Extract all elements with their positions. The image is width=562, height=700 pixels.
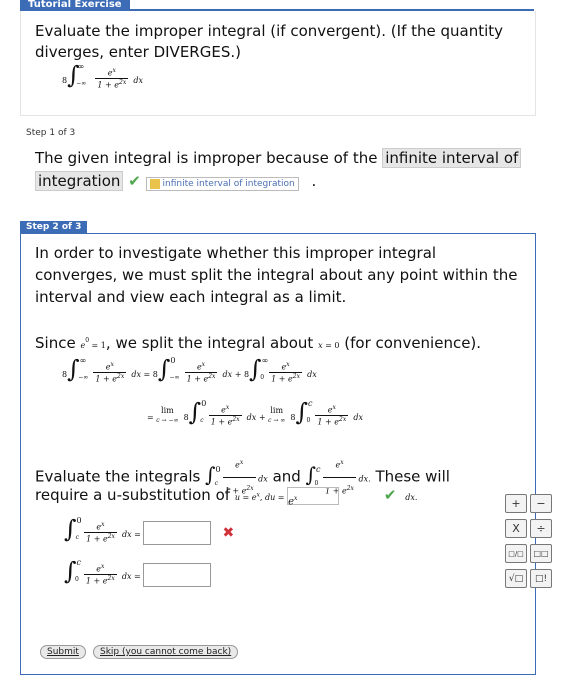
- incorrect-x-icon: ✖: [222, 525, 235, 541]
- key-icon: [149, 178, 160, 189]
- u-sub-line: require a u-substitution of u = ex, du =…: [35, 486, 418, 507]
- and-text: and: [272, 467, 301, 486]
- checkmark-icon: ✔: [128, 172, 141, 190]
- since-prefix: Since: [35, 334, 76, 352]
- question-text: Evaluate the improper integral (if conve…: [35, 22, 504, 61]
- plus-key[interactable]: +: [505, 494, 527, 513]
- step1-sentence: The given integral is improper because o…: [35, 149, 378, 167]
- skip-button[interactable]: Skip (you cannot come back): [93, 645, 239, 659]
- these-will-text: These will: [375, 467, 450, 486]
- original-integral: 8∫∞−∞ ex 1 + e2x dx: [62, 61, 143, 90]
- answer-row-2: ∫c0 ex 1 + e2x dx =: [64, 558, 212, 587]
- limit-expression: = lim c → −∞ 8∫0c ex 1 + e2x dx + lim c → ∞…: [147, 398, 363, 427]
- step1-answer-line2: integration: [35, 171, 124, 191]
- power-key[interactable]: □□: [530, 544, 552, 563]
- since-suffix: (for convenience).: [344, 334, 482, 352]
- du-answer-box[interactable]: ex: [287, 486, 340, 507]
- minus-key[interactable]: −: [530, 494, 552, 513]
- step1-text: The given integral is improper because o…: [35, 147, 535, 196]
- step2-paragraph: In order to investigate whether this imp…: [35, 244, 518, 306]
- step1-label: Step 1 of 3: [26, 128, 76, 138]
- sqrt-key[interactable]: √□: [505, 569, 527, 588]
- fraction-key[interactable]: □/□: [505, 544, 527, 563]
- du-suffix: dx.: [405, 493, 418, 502]
- factorial-key[interactable]: □!: [530, 569, 552, 588]
- split-integral: 8∫∞−∞ ex 1 + e2x dx = 8∫0−∞ ex 1 + e2x dx …: [62, 355, 317, 384]
- submit-button[interactable]: Submit: [40, 645, 86, 659]
- divide-key[interactable]: ÷: [530, 519, 552, 538]
- since-line: Since e0 = 1, we split the integral abou…: [35, 334, 482, 352]
- answer-row-1: ∫0c ex 1 + e2x dx = ✖: [64, 515, 235, 545]
- answer-key-box: infinite interval of integration: [145, 177, 299, 191]
- step2-label: Step 2 of 3: [20, 221, 88, 233]
- step1-answer-line1: infinite interval of: [382, 148, 522, 168]
- step1-period: .: [311, 172, 317, 190]
- since-mid: , we split the integral about: [105, 334, 314, 352]
- answer-key-text: infinite interval of integration: [162, 179, 295, 189]
- evaluate-prefix: Evaluate the integrals: [35, 467, 201, 486]
- answer-input-1[interactable]: [143, 520, 212, 545]
- require-text: require a u-substitution of: [35, 486, 231, 504]
- du-check-icon: ✔: [383, 486, 397, 504]
- times-key[interactable]: X: [505, 519, 527, 538]
- answer-input-2[interactable]: [143, 562, 212, 587]
